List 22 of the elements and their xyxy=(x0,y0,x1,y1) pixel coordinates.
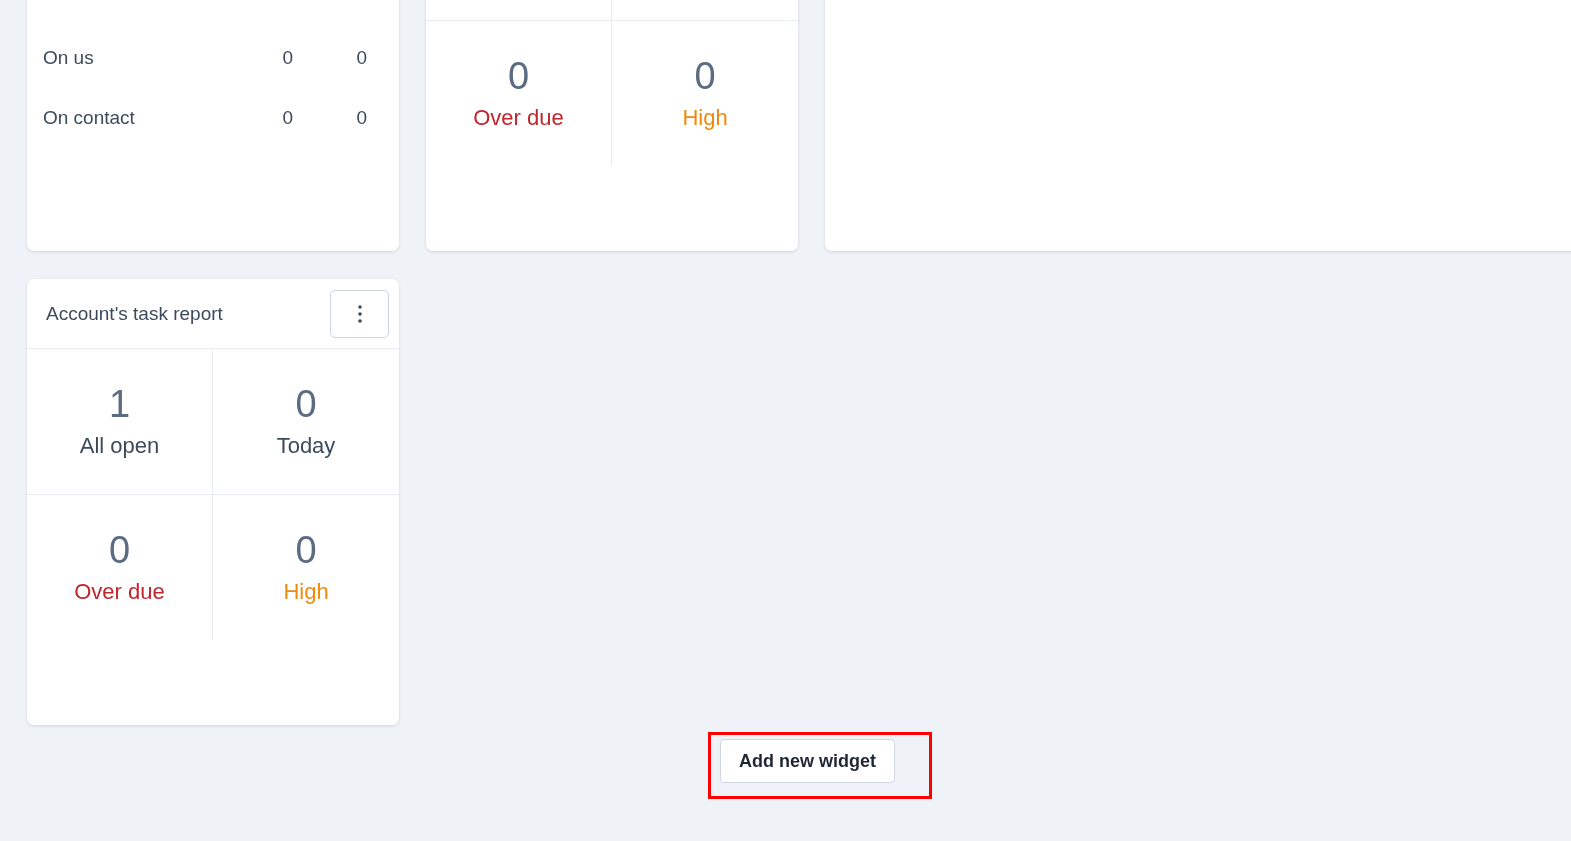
stat-value: 1 xyxy=(108,383,131,426)
stat-value: 0 xyxy=(295,529,317,572)
row-count: 0 xyxy=(281,47,293,69)
more-icon xyxy=(357,303,362,324)
stat-label: High xyxy=(283,579,329,606)
stat-label: Today xyxy=(276,433,336,460)
add-widget-button[interactable]: Add new widget xyxy=(720,739,895,783)
row-label: On us xyxy=(43,47,95,69)
row-count: 0 xyxy=(355,47,367,69)
stat-value: 0 xyxy=(507,55,530,98)
row-count: 0 xyxy=(281,107,293,129)
stat-value: 0 xyxy=(295,383,317,426)
stat-label: High xyxy=(682,105,728,132)
widget-title: Account's task report xyxy=(46,302,223,325)
stat-value: 0 xyxy=(694,55,716,98)
stat-value: 0 xyxy=(108,529,131,572)
stat-label: Over due xyxy=(74,579,165,606)
menu-button[interactable] xyxy=(330,289,389,338)
stat-label: Over due xyxy=(473,105,564,132)
stat-label: All open xyxy=(79,433,160,460)
row-count: 0 xyxy=(355,107,367,129)
row-label: On contact xyxy=(43,107,136,129)
